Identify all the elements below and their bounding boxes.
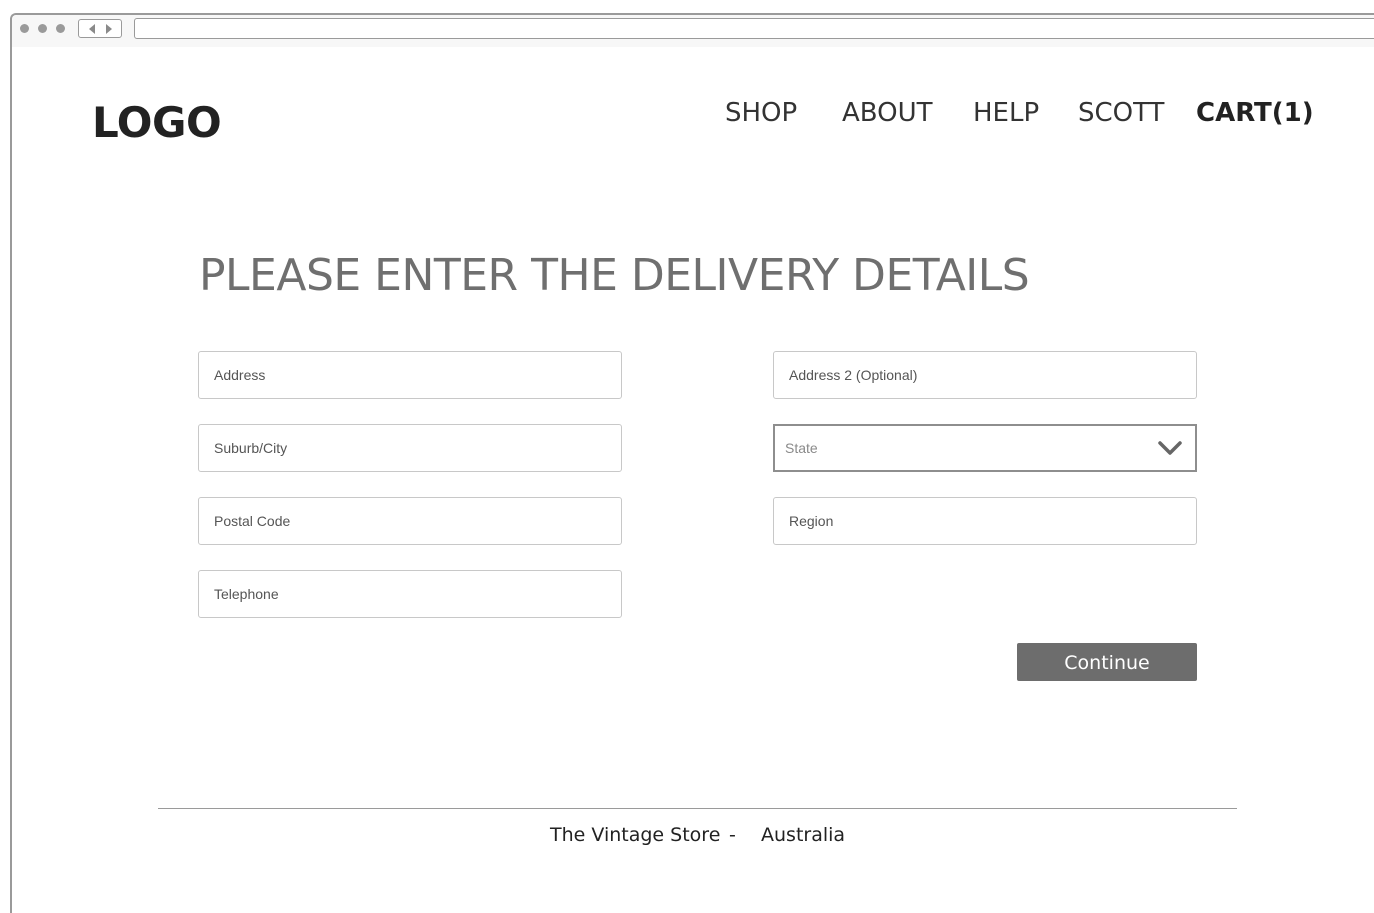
postal-code-input[interactable] [198,497,622,545]
window-dot-icon [20,24,29,33]
state-select-value: State [785,440,818,456]
address2-input[interactable] [773,351,1197,399]
address-bar[interactable] [134,18,1374,39]
continue-button[interactable]: Continue [1017,643,1197,681]
state-select[interactable]: State [773,424,1197,472]
footer-country: Australia [761,824,846,846]
window-dot-icon [38,24,47,33]
footer-separator: - [729,824,736,846]
browser-chrome [12,15,1374,47]
telephone-input[interactable] [198,570,622,618]
site-logo[interactable]: LOGO [92,98,222,147]
page-title: PLEASE ENTER THE DELIVERY DETAILS [199,250,1030,301]
back-arrow-icon[interactable] [89,24,95,34]
suburb-city-input[interactable] [198,424,622,472]
address-input[interactable] [198,351,622,399]
nav-cart-link[interactable]: CART(1) [1196,98,1314,128]
forward-arrow-icon[interactable] [106,24,112,34]
nav-shop-link[interactable]: SHOP [725,98,797,128]
browser-nav-buttons [78,19,122,38]
nav-about-link[interactable]: ABOUT [842,98,933,128]
nav-help-link[interactable]: HELP [973,98,1039,128]
footer-store-name: The Vintage Store [550,824,721,846]
footer-divider [158,808,1237,809]
chevron-down-icon [1158,441,1182,455]
nav-user-link[interactable]: SCOTT [1078,98,1164,128]
window-dot-icon [56,24,65,33]
region-input[interactable] [773,497,1197,545]
